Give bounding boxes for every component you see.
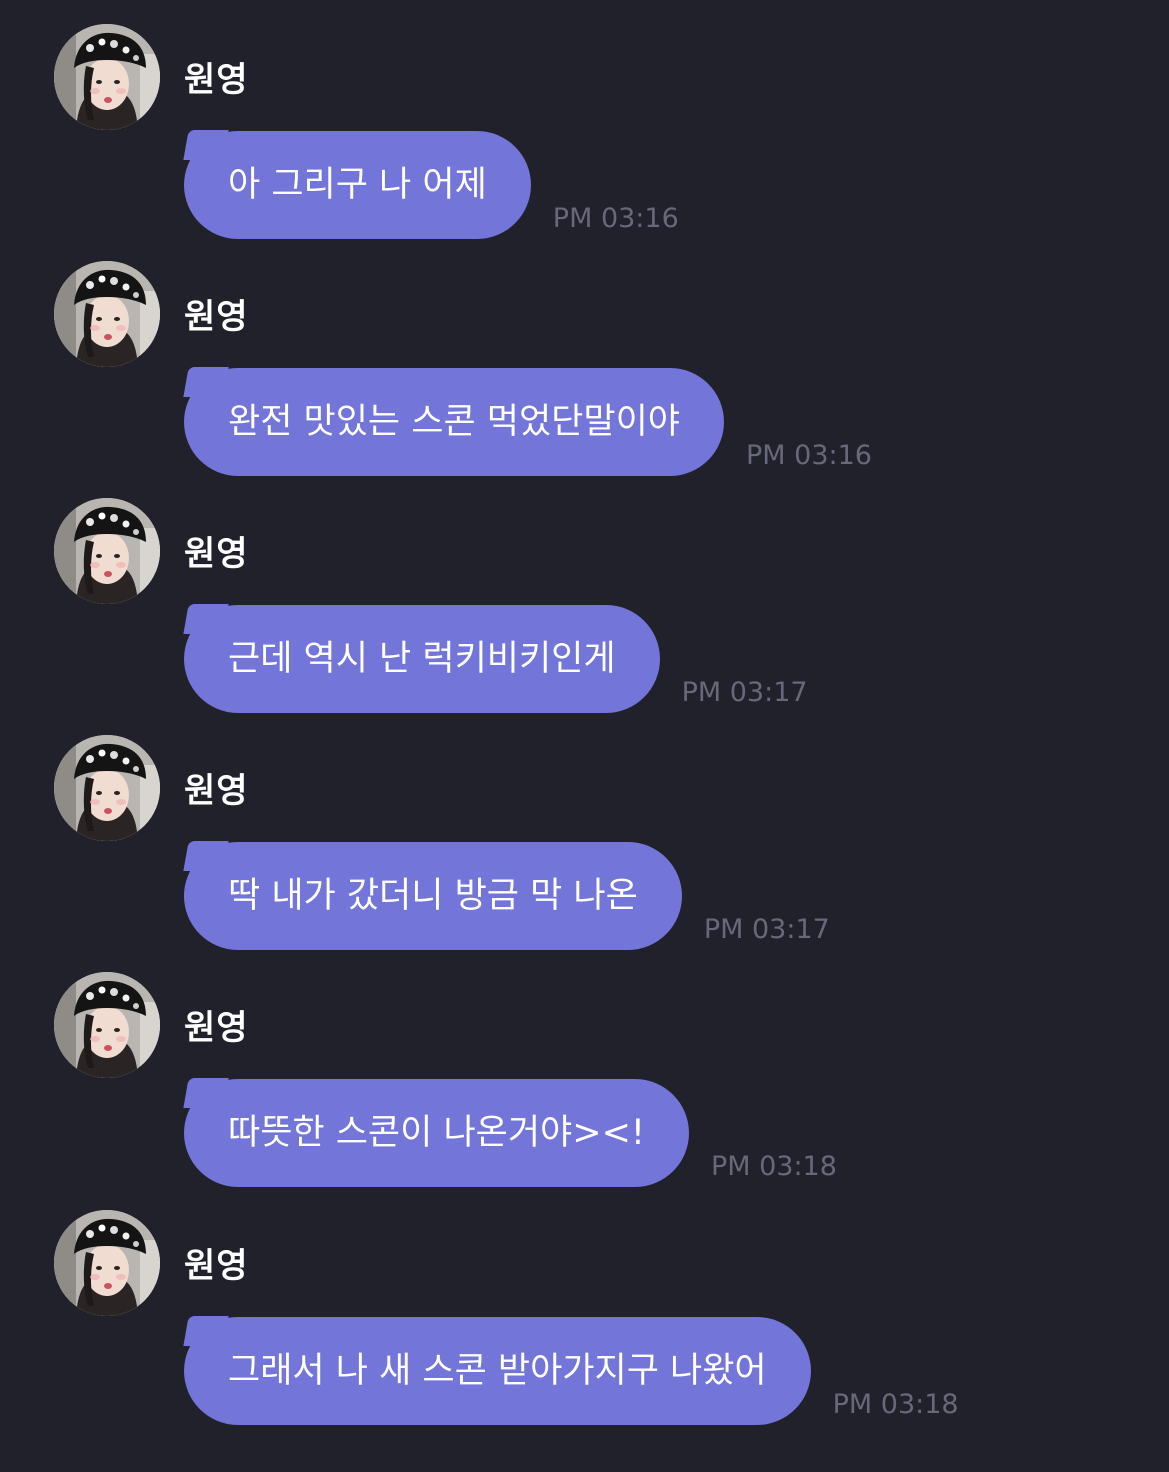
- message-timestamp: PM 03:18: [710, 1151, 837, 1182]
- profile-photo-icon: [54, 972, 160, 1078]
- sender-name: 원영: [184, 1008, 249, 1048]
- message-bubble-group: 완전 맛있는 스콘 먹었단말이야 PM 03:16: [184, 368, 872, 476]
- avatar[interactable]: [54, 1210, 160, 1316]
- sender-name: 원영: [184, 771, 249, 811]
- message-row: 원영 완전 맛있는 스콘 먹었단말이야 PM 03:16: [0, 261, 1169, 498]
- message-row: 원영 근데 역시 난 럭키비키인게 PM 03:17: [0, 498, 1169, 735]
- message-timestamp: PM 03:18: [832, 1389, 959, 1420]
- sender-name: 원영: [184, 534, 249, 574]
- profile-photo-icon: [54, 1210, 160, 1316]
- message-timestamp: PM 03:17: [681, 677, 808, 708]
- avatar[interactable]: [54, 24, 160, 130]
- profile-photo-icon: [54, 498, 160, 604]
- message-bubble[interactable]: 아 그리구 나 어제: [184, 131, 531, 239]
- avatar[interactable]: [54, 498, 160, 604]
- message-bubble[interactable]: 근데 역시 난 럭키비키인게: [184, 605, 660, 713]
- profile-photo-icon: [54, 261, 160, 367]
- message-row: 원영 아 그리구 나 어제 PM 03:16: [0, 24, 1169, 261]
- sender-name: 원영: [184, 1246, 249, 1286]
- message-bubble[interactable]: 딱 내가 갔더니 방금 막 나온: [184, 842, 682, 950]
- message-bubble-group: 따뜻한 스콘이 나온거야><! PM 03:18: [184, 1079, 837, 1187]
- chat-thread: 원영 아 그리구 나 어제 PM 03:16 원영 완전 맛있는 스콘 먹었단말…: [0, 0, 1169, 1472]
- message-bubble[interactable]: 완전 맛있는 스콘 먹었단말이야: [184, 368, 724, 476]
- avatar[interactable]: [54, 735, 160, 841]
- avatar[interactable]: [54, 972, 160, 1078]
- message-bubble[interactable]: 그래서 나 새 스콘 받아가지구 나왔어: [184, 1317, 811, 1425]
- message-row: 원영 딱 내가 갔더니 방금 막 나온 PM 03:17: [0, 735, 1169, 972]
- message-timestamp: PM 03:17: [703, 914, 830, 945]
- sender-name: 원영: [184, 297, 249, 337]
- message-timestamp: PM 03:16: [552, 203, 679, 234]
- message-bubble-group: 딱 내가 갔더니 방금 막 나온 PM 03:17: [184, 842, 830, 950]
- profile-photo-icon: [54, 24, 160, 130]
- message-timestamp: PM 03:16: [745, 440, 872, 471]
- message-bubble[interactable]: 따뜻한 스콘이 나온거야><!: [184, 1079, 689, 1187]
- sender-name: 원영: [184, 60, 249, 100]
- message-row: 원영 따뜻한 스콘이 나온거야><! PM 03:18: [0, 972, 1169, 1209]
- avatar[interactable]: [54, 261, 160, 367]
- message-bubble-group: 그래서 나 새 스콘 받아가지구 나왔어 PM 03:18: [184, 1317, 959, 1425]
- message-bubble-group: 아 그리구 나 어제 PM 03:16: [184, 131, 679, 239]
- profile-photo-icon: [54, 735, 160, 841]
- message-row: 원영 그래서 나 새 스콘 받아가지구 나왔어 PM 03:18: [0, 1210, 1169, 1447]
- message-bubble-group: 근데 역시 난 럭키비키인게 PM 03:17: [184, 605, 808, 713]
